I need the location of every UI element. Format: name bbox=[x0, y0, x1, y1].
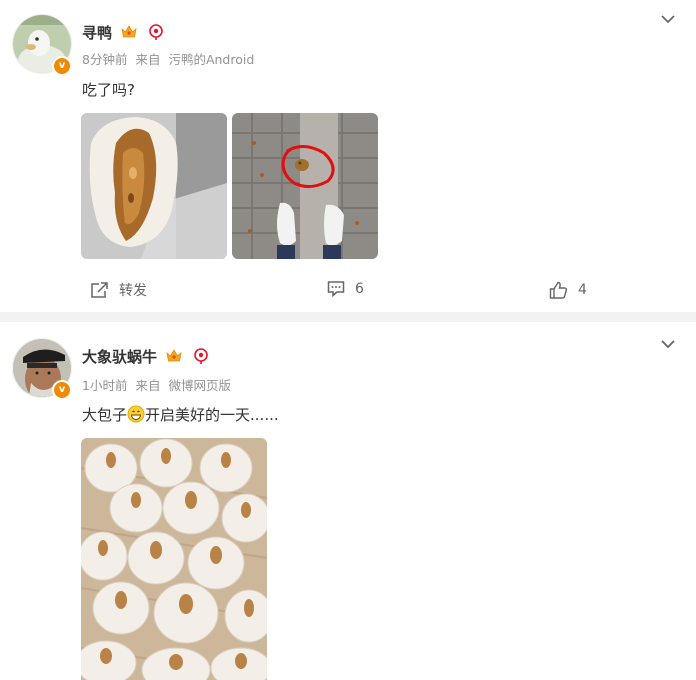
post-2: v 大象驮蜗牛 1小时前 来自 微博网页版 大包子 开启美好的一天...... bbox=[0, 322, 696, 680]
post-time[interactable]: 1小时前 bbox=[82, 378, 127, 393]
username-row: 大象驮蜗牛 bbox=[82, 346, 209, 367]
chevron-down-icon[interactable] bbox=[660, 339, 676, 349]
from-label: 来自 bbox=[135, 378, 161, 393]
post-meta: 8分钟前 来自 污鸭的Android bbox=[82, 49, 258, 68]
comment-count: 6 bbox=[355, 280, 364, 297]
username-row: 寻鸭 bbox=[82, 22, 164, 43]
post-divider bbox=[0, 312, 696, 322]
post-source[interactable]: 微博网页版 bbox=[168, 378, 231, 393]
post-image-dumplings[interactable] bbox=[81, 438, 267, 680]
crown-icon bbox=[166, 349, 182, 362]
pin-icon bbox=[194, 348, 209, 364]
post-source[interactable]: 污鸭的Android bbox=[168, 52, 254, 67]
pin-icon bbox=[149, 24, 164, 40]
post-text-end: 开启美好的一天...... bbox=[145, 406, 279, 424]
post-1: v 寻鸭 8分钟前 来自 污鸭的Android 吃了吗? 转发 6 4 bbox=[0, 0, 696, 312]
like-count: 4 bbox=[578, 282, 587, 298]
username[interactable]: 寻鸭 bbox=[82, 24, 112, 42]
comment-button[interactable]: 6 bbox=[327, 280, 364, 297]
post-time[interactable]: 8分钟前 bbox=[82, 52, 127, 67]
username[interactable]: 大象驮蜗牛 bbox=[82, 348, 157, 366]
post-image-sidewalk[interactable] bbox=[232, 113, 378, 259]
repost-button[interactable]: 转发 bbox=[90, 280, 147, 300]
from-label: 来自 bbox=[135, 52, 161, 67]
verified-icon: v bbox=[52, 380, 72, 400]
post-text-start: 大包子 bbox=[82, 406, 128, 424]
share-icon bbox=[91, 282, 108, 298]
repost-label: 转发 bbox=[119, 283, 147, 299]
crown-icon bbox=[121, 25, 137, 38]
like-button[interactable]: 4 bbox=[549, 281, 587, 299]
post-meta: 1小时前 来自 微博网页版 bbox=[82, 375, 235, 394]
chevron-down-icon[interactable] bbox=[660, 14, 676, 24]
post-text: 吃了吗? bbox=[82, 81, 135, 99]
post-image-bun[interactable] bbox=[81, 113, 227, 259]
like-icon bbox=[549, 281, 568, 299]
comment-icon bbox=[327, 281, 345, 297]
post-actions: 转发 6 4 bbox=[0, 276, 696, 306]
post-text: 大包子 开启美好的一天...... bbox=[82, 404, 279, 425]
verified-icon: v bbox=[52, 56, 72, 76]
grin-emoji-icon bbox=[127, 405, 145, 423]
